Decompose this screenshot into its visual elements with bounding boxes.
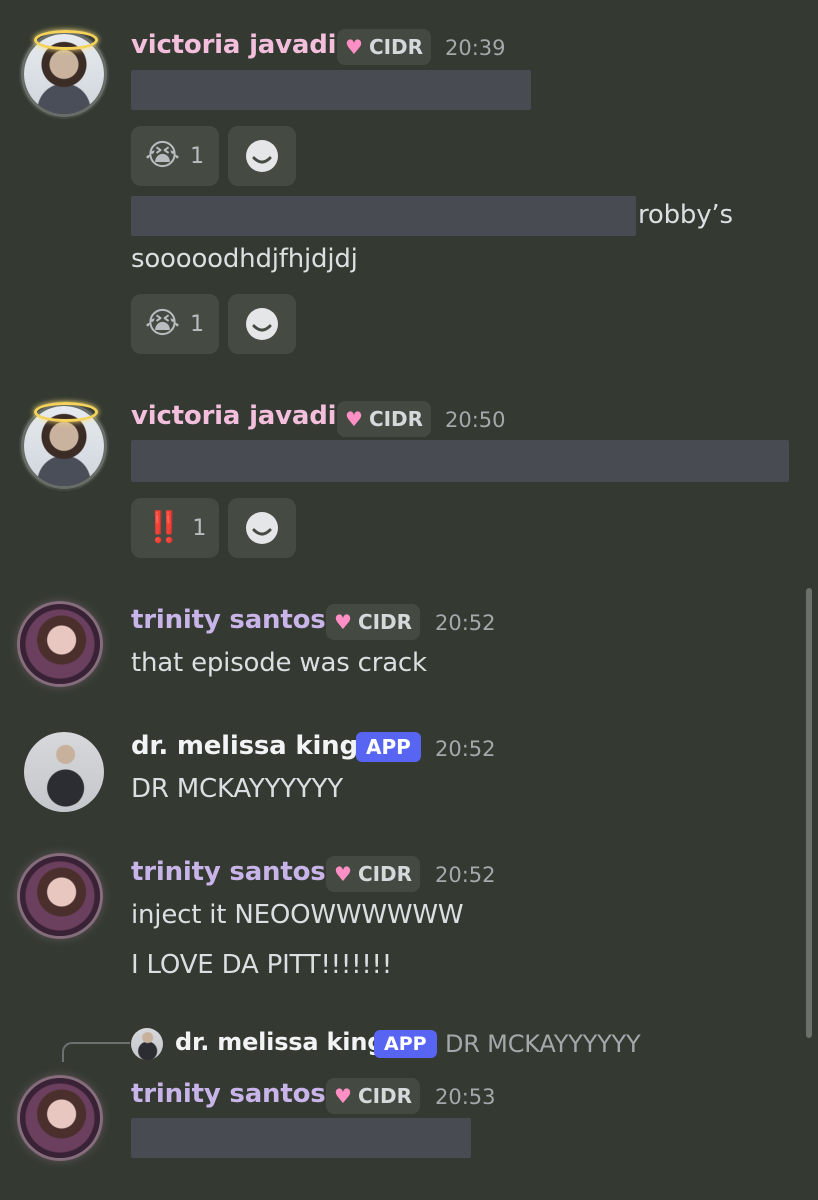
avatar[interactable] — [20, 604, 100, 684]
heart-icon: ♥ — [345, 35, 363, 59]
server-tag-label: CIDR — [368, 35, 424, 59]
reaction-count: 1 — [192, 515, 207, 541]
add-reaction-button[interactable] — [228, 294, 296, 354]
author-name[interactable]: trinity santos — [131, 605, 326, 635]
message-text: inject it NEOOWWWWWW — [131, 900, 464, 930]
halo-decoration — [34, 402, 98, 422]
message-timestamp: 20:52 — [435, 863, 496, 887]
message-timestamp: 20:50 — [445, 408, 506, 432]
scrollbar[interactable] — [806, 588, 812, 1038]
redacted-text — [131, 196, 636, 236]
server-tag-label: CIDR — [368, 407, 424, 431]
server-tag[interactable]: ♥ CIDR — [337, 401, 432, 437]
loudly-crying-emoji-icon: 😭 — [145, 306, 181, 341]
redacted-text — [131, 70, 531, 110]
reply-author-name[interactable]: dr. melissa king — [175, 1028, 384, 1056]
smile-icon — [246, 512, 278, 544]
server-tag[interactable]: ♥ CIDR — [326, 856, 421, 892]
message-text: sooooodhdjfhjdjdj — [131, 244, 358, 274]
app-badge: APP — [374, 1030, 437, 1058]
server-tag-label: CIDR — [357, 1084, 413, 1108]
smile-icon — [246, 308, 278, 340]
author-name[interactable]: dr. melissa king — [131, 731, 358, 761]
author-name[interactable]: victoria javadi — [131, 401, 337, 431]
heart-icon: ♥ — [334, 862, 352, 886]
server-tag-label: CIDR — [357, 862, 413, 886]
reply-connector — [62, 1042, 130, 1062]
heart-icon: ♥ — [334, 610, 352, 634]
message-text: DR MCKAYYYYYY — [131, 774, 343, 804]
heart-icon: ♥ — [345, 407, 363, 431]
reply-avatar[interactable] — [131, 1028, 163, 1060]
heart-icon: ♥ — [334, 1084, 352, 1108]
add-reaction-button[interactable] — [228, 126, 296, 186]
reaction-pill[interactable]: ‼️ 1 — [131, 498, 219, 558]
reply-preview-text[interactable]: DR MCKAYYYYYY — [445, 1030, 641, 1058]
double-exclamation-emoji-icon: ‼️ — [145, 510, 183, 545]
app-badge: APP — [356, 732, 421, 762]
message-timestamp: 20:52 — [435, 737, 496, 761]
reaction-count: 1 — [190, 143, 205, 169]
add-reaction-button[interactable] — [228, 498, 296, 558]
server-tag[interactable]: ♥ CIDR — [326, 604, 421, 640]
server-tag[interactable]: ♥ CIDR — [337, 29, 432, 65]
redacted-text — [131, 1118, 471, 1158]
reaction-pill[interactable]: 😭 1 — [131, 126, 219, 186]
loudly-crying-emoji-icon: 😭 — [145, 138, 181, 173]
server-tag-label: CIDR — [357, 610, 413, 634]
author-name[interactable]: trinity santos — [131, 857, 326, 887]
message-text: that episode was crack — [131, 648, 427, 678]
author-name[interactable]: victoria javadi — [131, 30, 337, 60]
server-tag[interactable]: ♥ CIDR — [326, 1078, 421, 1114]
reaction-count: 1 — [190, 311, 205, 337]
message-timestamp: 20:53 — [435, 1085, 496, 1109]
message-text: robby’s — [638, 200, 733, 230]
message-timestamp: 20:39 — [445, 36, 506, 60]
halo-decoration — [34, 30, 98, 50]
message-timestamp: 20:52 — [435, 611, 496, 635]
reaction-pill[interactable]: 😭 1 — [131, 294, 219, 354]
smile-icon — [246, 140, 278, 172]
redacted-text — [131, 440, 789, 482]
message-text: I LOVE DA PITT!!!!!!! — [131, 950, 393, 980]
avatar[interactable] — [20, 1078, 100, 1158]
author-name[interactable]: trinity santos — [131, 1079, 326, 1109]
avatar[interactable] — [24, 732, 104, 812]
avatar[interactable] — [20, 856, 100, 936]
